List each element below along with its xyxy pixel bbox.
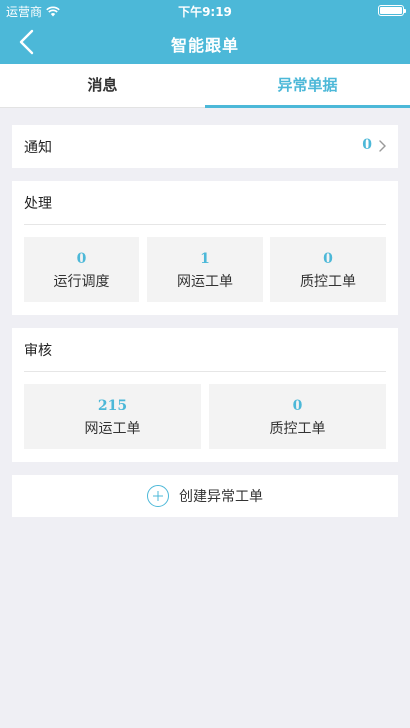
tab-bar: 消息 异常单据	[0, 64, 410, 108]
status-bar: 运营商 下午9:19	[0, 0, 410, 20]
handle-item-label: 运行调度	[53, 274, 110, 290]
handle-item-label: 网运工单	[177, 274, 233, 290]
review-item-label: 质控工单	[269, 421, 326, 437]
review-item-network-order[interactable]: 215 网运工单	[24, 384, 201, 449]
handle-item-count: 0	[76, 251, 87, 267]
handle-item-count: 1	[200, 251, 210, 267]
page-title: 智能跟单	[170, 36, 239, 55]
review-section-title: 审核	[24, 343, 52, 359]
app-header: 运营商 下午9:19 智能跟单	[0, 0, 410, 64]
notice-label: 通知	[24, 140, 52, 156]
review-item-label: 网运工单	[84, 421, 141, 437]
plus-circle-icon	[147, 485, 169, 507]
divider	[24, 224, 386, 225]
review-section: 审核 215 网运工单 0 质控工单	[12, 328, 398, 462]
notice-count: 0	[362, 137, 372, 153]
create-exception-order-button[interactable]: 创建异常工单	[12, 475, 398, 517]
handle-section: 处理 0 运行调度 1 网运工单 0 质控工单	[12, 181, 398, 315]
handle-item-quality-order[interactable]: 0 质控工单	[270, 237, 386, 302]
tab-exception-documents[interactable]: 异常单据	[205, 64, 410, 108]
tab-messages[interactable]: 消息	[0, 64, 205, 107]
handle-section-title: 处理	[24, 196, 52, 212]
review-item-count: 215	[97, 398, 128, 414]
battery-icon	[378, 5, 406, 16]
review-item-quality-order[interactable]: 0 质控工单	[209, 384, 386, 449]
review-item-count: 0	[292, 398, 303, 414]
handle-item-label: 质控工单	[300, 274, 356, 290]
divider	[24, 371, 386, 372]
chevron-right-icon	[379, 140, 386, 152]
notice-row[interactable]: 通知 0	[12, 125, 398, 168]
handle-item-network-order[interactable]: 1 网运工单	[147, 237, 263, 302]
handle-item-count: 0	[323, 251, 333, 267]
handle-item-dispatch[interactable]: 0 运行调度	[24, 237, 139, 302]
nav-bar: 智能跟单	[0, 20, 410, 64]
create-exception-order-label: 创建异常工单	[179, 489, 263, 505]
status-time: 下午9:19	[178, 5, 232, 19]
